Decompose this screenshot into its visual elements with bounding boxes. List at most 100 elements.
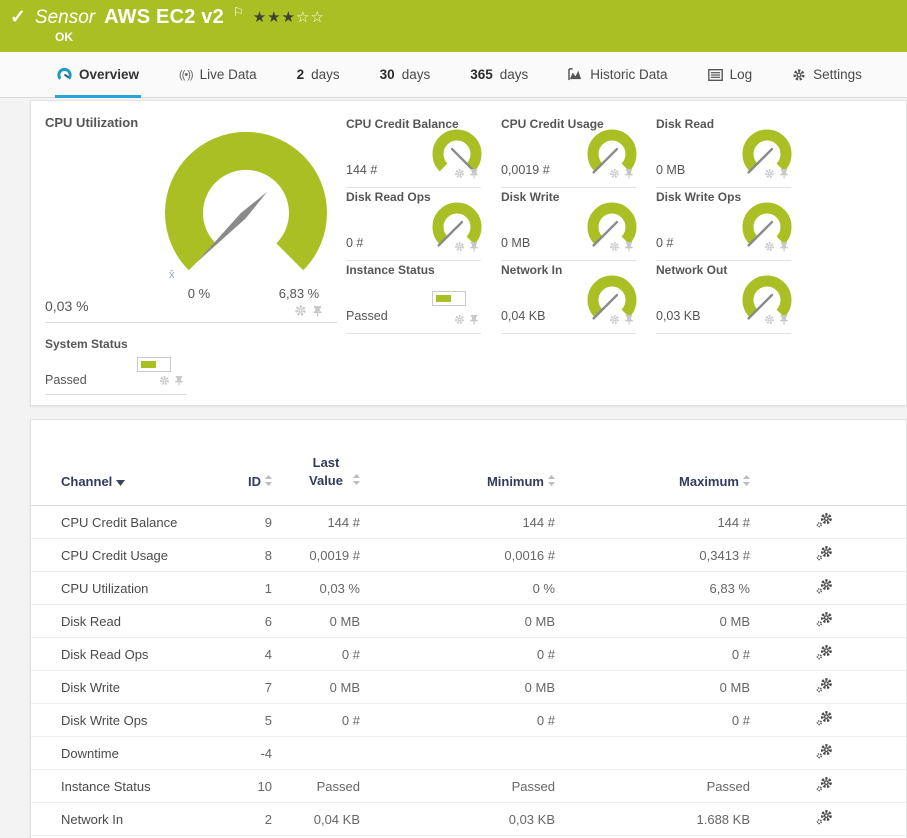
pin-icon[interactable] [469,168,479,179]
channel-name[interactable]: Disk Read Ops [31,637,226,672]
pin-icon[interactable] [624,241,634,252]
channel-name[interactable]: CPU Credit Usage [31,538,226,573]
channel-settings-icon[interactable] [816,546,833,561]
channel-tile-network-out[interactable]: Network Out 0,03 KB [656,261,792,334]
column-header-minimum[interactable]: Minimum [374,420,569,507]
column-header-spacer [884,420,906,507]
channel-last-value: 0,04 KB [286,802,374,837]
column-header-maximum[interactable]: Maximum [569,420,764,507]
system-status-tile[interactable]: System Status Passed [45,333,187,395]
status-check-icon: ✓ [10,7,26,28]
channel-name[interactable]: CPU Utilization [31,571,226,606]
channel-name[interactable]: Network In [31,802,226,837]
channel-last-value [286,736,374,771]
gear-icon[interactable] [609,168,620,179]
channel-row-cpu-utilization: CPU Utilization 1 0,03 % 0 % 6,83 % [31,571,906,606]
gear-icon[interactable] [609,314,620,325]
pin-icon[interactable] [312,305,323,317]
column-header-id[interactable]: ID [226,420,286,507]
channel-name[interactable]: Disk Read [31,604,226,639]
channel-id: 7 [226,670,286,705]
pin-icon[interactable] [779,241,789,252]
channel-name[interactable]: Downtime [31,736,226,771]
channel-row-downtime: Downtime -4 [31,736,906,771]
channel-settings-icon[interactable] [816,678,833,693]
sort-updown-icon [353,473,360,488]
channel-tile-cpu-credit-usage[interactable]: CPU Credit Usage 0,0019 # [501,115,637,188]
gear-icon[interactable] [159,375,170,386]
channel-settings-icon[interactable] [816,645,833,660]
channel-tile-disk-write-ops[interactable]: Disk Write Ops 0 # [656,188,792,261]
channel-tile-cpu-credit-balance[interactable]: CPU Credit Balance 144 # [346,115,482,188]
channel-tile-disk-read-ops[interactable]: Disk Read Ops 0 # [346,188,482,261]
channel-tile-network-in[interactable]: Network In 0,04 KB [501,261,637,334]
tab-log[interactable]: Log [707,52,752,97]
pin-icon[interactable] [624,314,634,325]
antenna-icon: ((•)) [179,68,193,81]
channel-row-cpu-credit-usage: CPU Credit Usage 8 0,0019 #0,0016 #0,3413 … [31,538,906,573]
channel-settings-icon[interactable] [816,612,833,627]
channel-maximum: 1.688 KB [569,802,764,837]
channel-tile-disk-write[interactable]: Disk Write 0 MB [501,188,637,261]
channel-settings-icon[interactable] [816,777,833,792]
tab-label: days [311,67,340,82]
sensor-header: ✓ Sensor AWS EC2 v2 ⚐ ★★★☆☆ OK [0,0,907,52]
gear-icon[interactable] [294,304,307,317]
gear-icon[interactable] [454,168,465,179]
channel-id: 1 [226,571,286,606]
gear-icon[interactable] [764,241,775,252]
priority-stars[interactable]: ★★★☆☆ [253,8,325,26]
channel-id: 9 [226,505,286,540]
tab-2-days[interactable]: 2 days [297,52,340,97]
status-indicator [432,291,466,306]
pin-icon[interactable] [779,314,789,325]
pin-icon[interactable] [174,375,184,386]
channel-tile-disk-read[interactable]: Disk Read 0 MB [656,115,792,188]
gear-icon[interactable] [454,241,465,252]
channel-tile-instance-status[interactable]: Instance Status Passed [346,261,481,334]
channel-id: 5 [226,703,286,738]
channel-row-cpu-credit-balance: CPU Credit Balance 9 144 #144 #144 # [31,505,906,540]
tab-live-data[interactable]: ((•)) Live Data [179,52,257,97]
channel-settings-icon[interactable] [816,579,833,594]
pin-icon[interactable] [779,168,789,179]
tab-historic-data[interactable]: Historic Data [568,52,668,97]
pin-icon[interactable] [469,241,479,252]
channel-settings-icon[interactable] [816,810,833,825]
pin-icon[interactable] [469,314,479,325]
tile-title: Disk Write [501,190,560,204]
gear-icon[interactable] [454,314,465,325]
channel-minimum: 0,0016 # [374,538,569,573]
channel-settings-icon[interactable] [816,711,833,726]
sort-updown-icon [548,474,555,489]
channel-row-disk-read: Disk Read 6 0 MB 0 MB 0 MB [31,604,906,639]
tab-365-days[interactable]: 365 days [470,52,528,97]
pin-icon[interactable] [624,168,634,179]
tile-value: 0,04 KB [501,309,546,323]
column-header-last-value[interactable]: Last Value [286,420,374,507]
channel-settings-icon[interactable] [816,744,833,759]
gear-icon[interactable] [609,241,620,252]
column-header-channel[interactable]: Channel [31,420,226,507]
channel-settings-icon[interactable] [816,513,833,528]
sensor-title: AWS EC2 v2 [104,6,224,28]
tab-settings[interactable]: Settings [792,52,862,97]
channel-maximum: 144 # [569,505,764,540]
gear-icon[interactable] [764,168,775,179]
cpu-utilization-title: CPU Utilization [45,115,139,130]
gauge-scale-min: 0 % [187,286,211,301]
tab-label: Settings [813,67,862,82]
flag-icon[interactable]: ⚐ [233,5,244,19]
channel-name[interactable]: Disk Write [31,670,226,705]
channel-last-value: 144 # [286,505,374,540]
tab-30-days[interactable]: 30 days [380,52,431,97]
channel-name[interactable]: Disk Write Ops [31,703,226,738]
channel-name[interactable]: Instance Status [31,769,226,804]
tab-overview[interactable]: Overview [54,52,142,98]
channel-name[interactable]: CPU Credit Balance [31,505,226,540]
gear-icon[interactable] [764,314,775,325]
cpu-utilization-gauge [151,125,341,275]
channel-id: 10 [226,769,286,804]
tile-title: Disk Write Ops [656,190,742,204]
channel-id: 2 [226,802,286,837]
